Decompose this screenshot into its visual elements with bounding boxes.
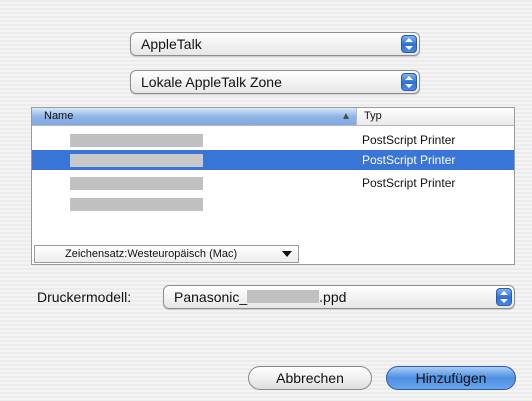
printer-model-suffix: .ppd xyxy=(319,289,347,305)
table-row[interactable]: PostScript Printer xyxy=(32,130,514,150)
printer-model-prefix: Panasonic_ xyxy=(174,289,248,305)
up-down-arrows-icon xyxy=(401,35,417,53)
redacted-printer-name xyxy=(70,198,203,211)
printer-model-label: Druckermodell: xyxy=(37,289,132,305)
column-header-name[interactable]: Name xyxy=(32,108,357,125)
sort-ascending-icon xyxy=(343,113,349,119)
add-button[interactable]: Hinzufügen xyxy=(386,366,516,390)
network-popup[interactable]: AppleTalk xyxy=(130,32,420,56)
network-popup-value: AppleTalk xyxy=(141,36,202,52)
table-row[interactable]: PostScript Printer xyxy=(32,173,514,193)
column-header-type[interactable]: Typ xyxy=(364,108,382,125)
printer-model-popup[interactable]: Panasonic_ .ppd xyxy=(163,285,515,309)
printer-type: PostScript Printer xyxy=(362,153,456,167)
zone-popup[interactable]: Lokale AppleTalk Zone xyxy=(130,70,420,94)
printer-type: PostScript Printer xyxy=(362,133,456,147)
column-header-name-label: Name xyxy=(44,110,74,122)
printer-list[interactable]: Name Typ PostScript Printer PostScript P… xyxy=(31,107,515,265)
redacted-printer-name xyxy=(70,134,203,147)
redacted-printer-name xyxy=(70,177,203,190)
up-down-arrows-icon xyxy=(401,73,417,91)
chevron-down-icon xyxy=(282,251,292,257)
table-row[interactable]: PostScript Printer xyxy=(32,150,514,170)
column-header-type-label: Typ xyxy=(364,110,382,122)
zone-popup-value: Lokale AppleTalk Zone xyxy=(141,74,282,90)
charset-popup[interactable]: Zeichensatz:Westeuropäisch (Mac) xyxy=(34,245,299,263)
charset-label: Zeichensatz:Westeuropäisch (Mac) xyxy=(65,248,238,260)
table-header: Name Typ xyxy=(32,108,514,126)
redacted-printer-name xyxy=(70,154,203,167)
table-row[interactable] xyxy=(32,194,514,214)
cancel-button[interactable]: Abbrechen xyxy=(248,366,372,390)
up-down-arrows-icon xyxy=(496,288,512,306)
redacted-model-name xyxy=(247,290,320,303)
printer-type: PostScript Printer xyxy=(362,176,456,190)
